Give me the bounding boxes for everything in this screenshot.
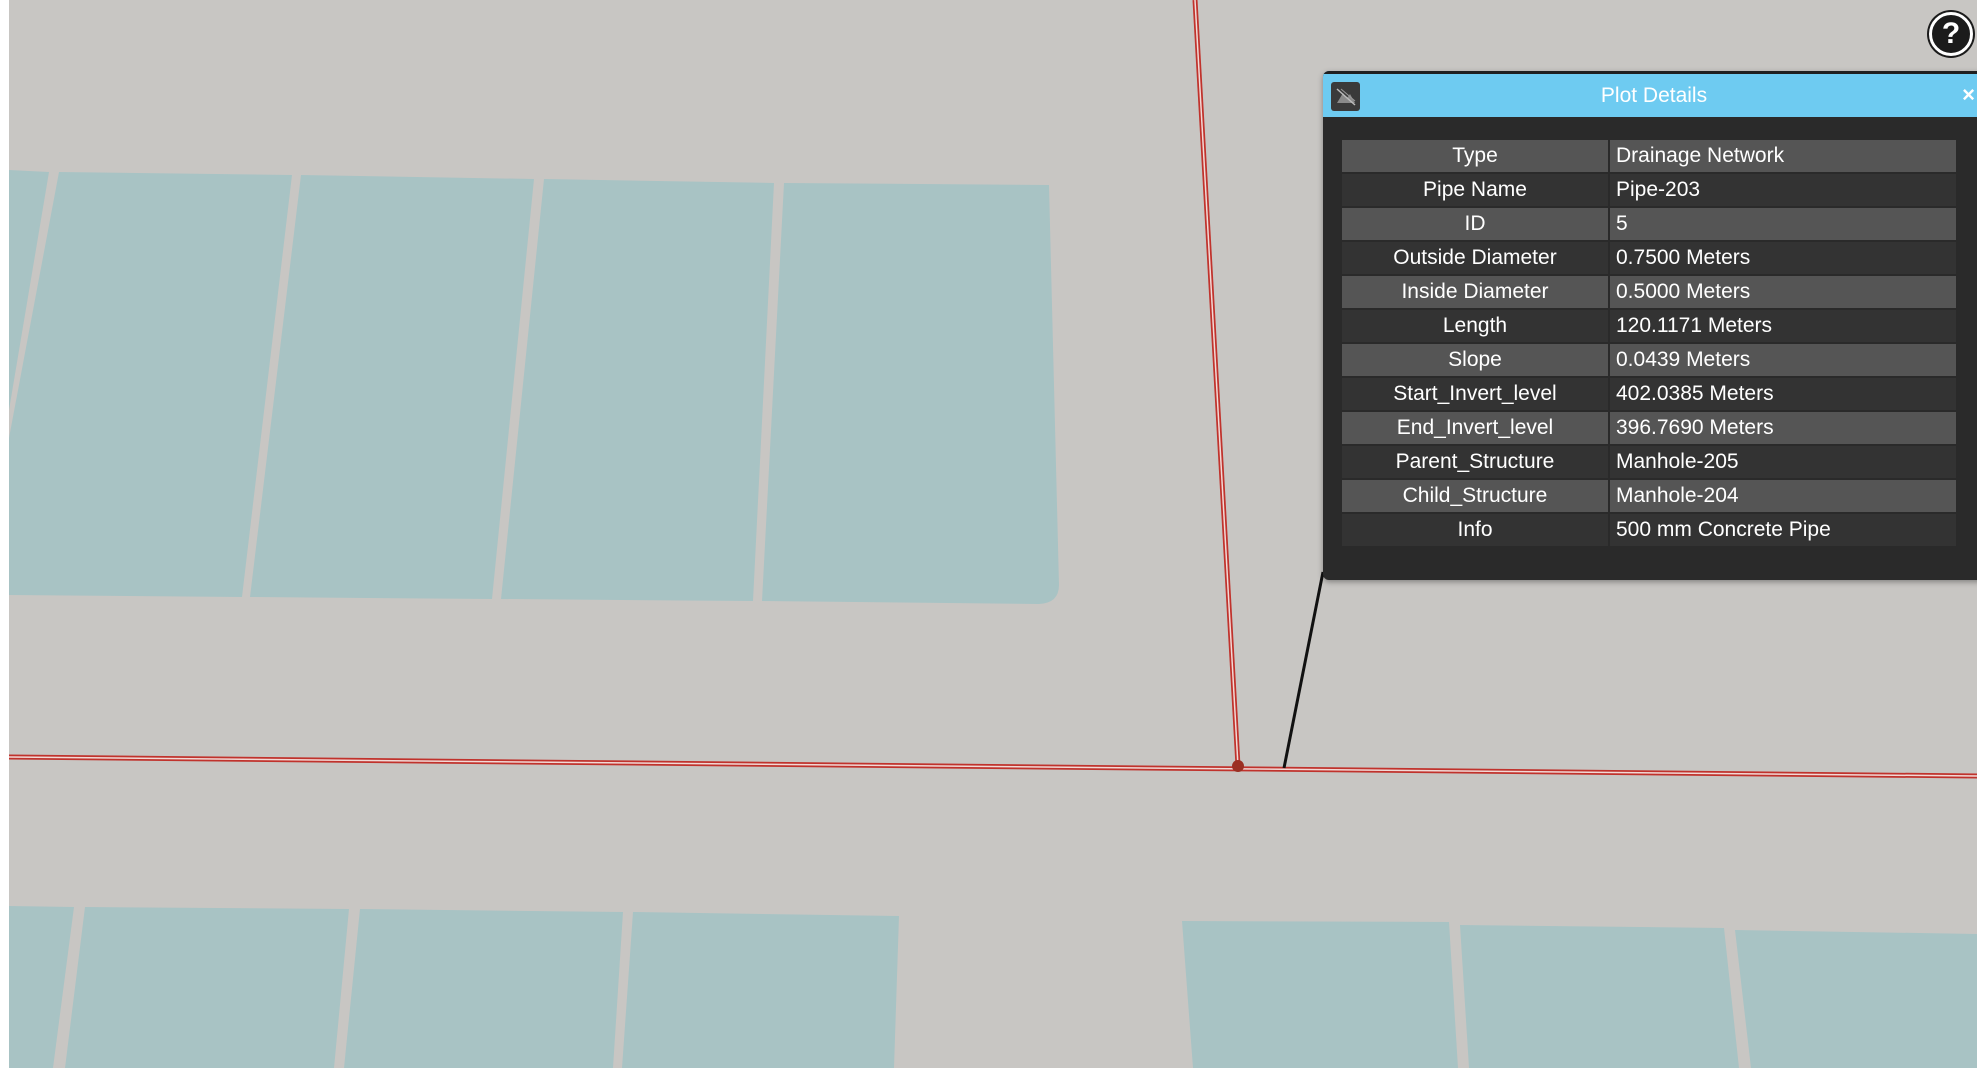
lot-parcel[interactable] (501, 179, 774, 601)
row-key: Length (1342, 310, 1608, 342)
row-key: Start_Invert_level (1342, 378, 1608, 410)
lot-parcel[interactable] (622, 912, 899, 1068)
table-row: Info 500 mm Concrete Pipe (1342, 514, 1956, 546)
question-mark-icon: ? (1941, 17, 1961, 50)
panel-title: Plot Details (1600, 83, 1708, 107)
lot-parcel[interactable] (9, 906, 74, 1068)
row-key: Info (1342, 514, 1608, 546)
table-row: Pipe Name Pipe-203 (1342, 174, 1956, 206)
table-row: Slope 0.0439 Meters (1342, 344, 1956, 376)
close-icon[interactable]: × (1962, 82, 1975, 108)
table-row: Start_Invert_level 402.0385 Meters (1342, 378, 1956, 410)
row-key: Outside Diameter (1342, 242, 1608, 274)
panel-header[interactable]: Plot Details × (1323, 71, 1977, 117)
row-key: ID (1342, 208, 1608, 240)
lot-parcel[interactable] (250, 175, 534, 599)
lot-parcel[interactable] (762, 183, 1059, 604)
row-key: Type (1342, 140, 1608, 172)
row-key: Inside Diameter (1342, 276, 1608, 308)
table-row: End_Invert_level 396.7690 Meters (1342, 412, 1956, 444)
table-row: Type Drainage Network (1342, 140, 1956, 172)
pipe-horizontal[interactable] (9, 754, 1977, 779)
row-value: 500 mm Concrete Pipe (1610, 514, 1956, 546)
table-row: ID 5 (1342, 208, 1956, 240)
row-key: Parent_Structure (1342, 446, 1608, 478)
callout-leader-line (1282, 571, 1325, 769)
row-value: Manhole-204 (1610, 480, 1956, 512)
table-row: Parent_Structure Manhole-205 (1342, 446, 1956, 478)
row-value: 396.7690 Meters (1610, 412, 1956, 444)
row-key: Child_Structure (1342, 480, 1608, 512)
lot-parcel[interactable] (1735, 930, 1977, 1068)
table-row: Child_Structure Manhole-204 (1342, 480, 1956, 512)
table-row: Length 120.1171 Meters (1342, 310, 1956, 342)
row-value: 0.0439 Meters (1610, 344, 1956, 376)
row-value: 402.0385 Meters (1610, 378, 1956, 410)
row-value: Pipe-203 (1610, 174, 1956, 206)
table-row: Inside Diameter 0.5000 Meters (1342, 276, 1956, 308)
row-value: 0.5000 Meters (1610, 276, 1956, 308)
row-value: Manhole-205 (1610, 446, 1956, 478)
row-value: 0.7500 Meters (1610, 242, 1956, 274)
row-key: Slope (1342, 344, 1608, 376)
details-table: Type Drainage Network Pipe Name Pipe-203 ID 5… (1340, 138, 1958, 548)
row-key: Pipe Name (1342, 174, 1608, 206)
lot-parcel[interactable] (65, 907, 349, 1068)
row-key: End_Invert_level (1342, 412, 1608, 444)
lot-parcel[interactable] (1460, 925, 1739, 1068)
lot-parcel[interactable] (344, 909, 623, 1068)
pipe-203[interactable] (1192, 0, 1241, 767)
row-value: 5 (1610, 208, 1956, 240)
map-viewport[interactable]: ? Plot Details × Type Drainage Network Pip… (9, 0, 1977, 1068)
lot-parcel[interactable] (9, 172, 292, 597)
manhole-node[interactable] (1232, 760, 1244, 772)
lot-parcel[interactable] (1182, 921, 1458, 1068)
table-row: Outside Diameter 0.7500 Meters (1342, 242, 1956, 274)
row-value: 120.1171 Meters (1610, 310, 1956, 342)
plot-details-panel[interactable]: Plot Details × Type Drainage Network Pipe … (1323, 71, 1977, 580)
help-button[interactable]: ? (1929, 12, 1973, 56)
map-layer-icon (1331, 82, 1360, 111)
row-value: Drainage Network (1610, 140, 1956, 172)
